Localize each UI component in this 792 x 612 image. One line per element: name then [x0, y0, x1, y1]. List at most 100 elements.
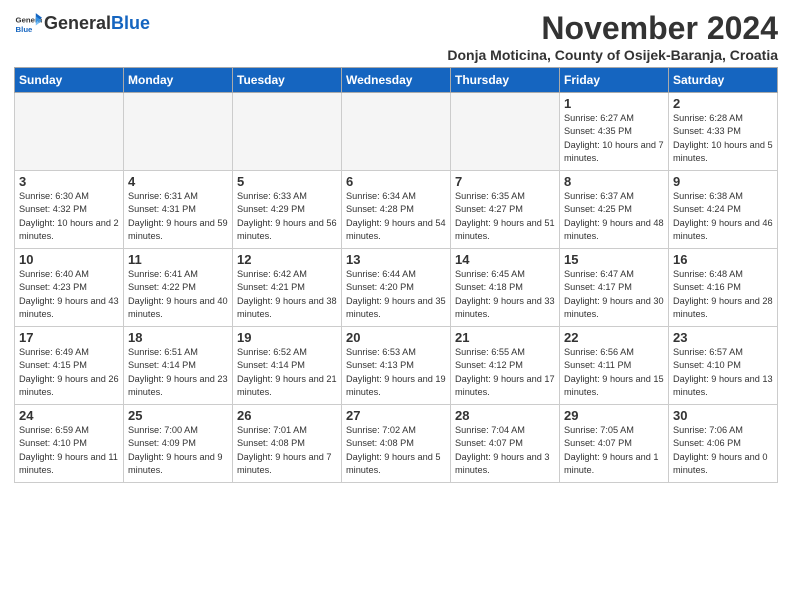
day-number: 22	[564, 330, 664, 345]
day-info: Sunrise: 6:33 AMSunset: 4:29 PMDaylight:…	[237, 190, 337, 243]
calendar-cell: 26Sunrise: 7:01 AMSunset: 4:08 PMDayligh…	[233, 405, 342, 483]
calendar-cell: 20Sunrise: 6:53 AMSunset: 4:13 PMDayligh…	[342, 327, 451, 405]
day-number: 13	[346, 252, 446, 267]
day-number: 1	[564, 96, 664, 111]
day-number: 12	[237, 252, 337, 267]
month-title: November 2024	[447, 10, 778, 47]
calendar-cell: 4Sunrise: 6:31 AMSunset: 4:31 PMDaylight…	[124, 171, 233, 249]
day-info: Sunrise: 6:28 AMSunset: 4:33 PMDaylight:…	[673, 112, 773, 165]
day-number: 29	[564, 408, 664, 423]
day-number: 11	[128, 252, 228, 267]
calendar-cell: 23Sunrise: 6:57 AMSunset: 4:10 PMDayligh…	[669, 327, 778, 405]
day-number: 16	[673, 252, 773, 267]
calendar-cell: 6Sunrise: 6:34 AMSunset: 4:28 PMDaylight…	[342, 171, 451, 249]
header-saturday: Saturday	[669, 68, 778, 93]
day-info: Sunrise: 6:27 AMSunset: 4:35 PMDaylight:…	[564, 112, 664, 165]
calendar-week-row: 1Sunrise: 6:27 AMSunset: 4:35 PMDaylight…	[15, 93, 778, 171]
day-number: 7	[455, 174, 555, 189]
calendar-cell: 30Sunrise: 7:06 AMSunset: 4:06 PMDayligh…	[669, 405, 778, 483]
day-info: Sunrise: 6:52 AMSunset: 4:14 PMDaylight:…	[237, 346, 337, 399]
day-info: Sunrise: 6:51 AMSunset: 4:14 PMDaylight:…	[128, 346, 228, 399]
day-number: 18	[128, 330, 228, 345]
svg-text:Blue: Blue	[16, 25, 34, 34]
calendar-cell: 18Sunrise: 6:51 AMSunset: 4:14 PMDayligh…	[124, 327, 233, 405]
day-number: 24	[19, 408, 119, 423]
day-info: Sunrise: 6:30 AMSunset: 4:32 PMDaylight:…	[19, 190, 119, 243]
day-info: Sunrise: 7:05 AMSunset: 4:07 PMDaylight:…	[564, 424, 664, 477]
header-friday: Friday	[560, 68, 669, 93]
calendar-cell: 19Sunrise: 6:52 AMSunset: 4:14 PMDayligh…	[233, 327, 342, 405]
calendar-cell: 17Sunrise: 6:49 AMSunset: 4:15 PMDayligh…	[15, 327, 124, 405]
day-number: 23	[673, 330, 773, 345]
calendar-cell: 7Sunrise: 6:35 AMSunset: 4:27 PMDaylight…	[451, 171, 560, 249]
calendar-cell	[233, 93, 342, 171]
day-info: Sunrise: 6:37 AMSunset: 4:25 PMDaylight:…	[564, 190, 664, 243]
day-info: Sunrise: 6:53 AMSunset: 4:13 PMDaylight:…	[346, 346, 446, 399]
calendar-cell: 22Sunrise: 6:56 AMSunset: 4:11 PMDayligh…	[560, 327, 669, 405]
calendar-cell	[15, 93, 124, 171]
day-info: Sunrise: 6:49 AMSunset: 4:15 PMDaylight:…	[19, 346, 119, 399]
day-info: Sunrise: 6:56 AMSunset: 4:11 PMDaylight:…	[564, 346, 664, 399]
calendar-week-row: 17Sunrise: 6:49 AMSunset: 4:15 PMDayligh…	[15, 327, 778, 405]
calendar-cell: 9Sunrise: 6:38 AMSunset: 4:24 PMDaylight…	[669, 171, 778, 249]
calendar-week-row: 3Sunrise: 6:30 AMSunset: 4:32 PMDaylight…	[15, 171, 778, 249]
logo: General Blue GeneralBlue	[14, 10, 150, 38]
header-wednesday: Wednesday	[342, 68, 451, 93]
calendar-cell: 13Sunrise: 6:44 AMSunset: 4:20 PMDayligh…	[342, 249, 451, 327]
day-info: Sunrise: 6:45 AMSunset: 4:18 PMDaylight:…	[455, 268, 555, 321]
day-info: Sunrise: 6:42 AMSunset: 4:21 PMDaylight:…	[237, 268, 337, 321]
day-number: 17	[19, 330, 119, 345]
day-info: Sunrise: 7:04 AMSunset: 4:07 PMDaylight:…	[455, 424, 555, 477]
header-sunday: Sunday	[15, 68, 124, 93]
calendar-cell: 16Sunrise: 6:48 AMSunset: 4:16 PMDayligh…	[669, 249, 778, 327]
header: General Blue GeneralBlue November 2024 D…	[14, 10, 778, 63]
calendar-cell: 2Sunrise: 6:28 AMSunset: 4:33 PMDaylight…	[669, 93, 778, 171]
day-info: Sunrise: 6:34 AMSunset: 4:28 PMDaylight:…	[346, 190, 446, 243]
calendar-cell: 12Sunrise: 6:42 AMSunset: 4:21 PMDayligh…	[233, 249, 342, 327]
calendar-cell	[342, 93, 451, 171]
day-info: Sunrise: 6:48 AMSunset: 4:16 PMDaylight:…	[673, 268, 773, 321]
weekday-header-row: Sunday Monday Tuesday Wednesday Thursday…	[15, 68, 778, 93]
logo-general-text: General	[44, 13, 111, 33]
day-number: 26	[237, 408, 337, 423]
calendar-cell: 15Sunrise: 6:47 AMSunset: 4:17 PMDayligh…	[560, 249, 669, 327]
day-number: 10	[19, 252, 119, 267]
day-number: 3	[19, 174, 119, 189]
day-number: 6	[346, 174, 446, 189]
day-info: Sunrise: 6:47 AMSunset: 4:17 PMDaylight:…	[564, 268, 664, 321]
day-info: Sunrise: 7:00 AMSunset: 4:09 PMDaylight:…	[128, 424, 228, 477]
calendar-cell: 14Sunrise: 6:45 AMSunset: 4:18 PMDayligh…	[451, 249, 560, 327]
day-number: 5	[237, 174, 337, 189]
day-info: Sunrise: 6:44 AMSunset: 4:20 PMDaylight:…	[346, 268, 446, 321]
subtitle: Donja Moticina, County of Osijek-Baranja…	[447, 47, 778, 63]
day-info: Sunrise: 7:01 AMSunset: 4:08 PMDaylight:…	[237, 424, 337, 477]
day-info: Sunrise: 6:31 AMSunset: 4:31 PMDaylight:…	[128, 190, 228, 243]
day-info: Sunrise: 6:41 AMSunset: 4:22 PMDaylight:…	[128, 268, 228, 321]
day-number: 14	[455, 252, 555, 267]
day-number: 30	[673, 408, 773, 423]
calendar-week-row: 10Sunrise: 6:40 AMSunset: 4:23 PMDayligh…	[15, 249, 778, 327]
day-number: 27	[346, 408, 446, 423]
calendar-table: Sunday Monday Tuesday Wednesday Thursday…	[14, 67, 778, 483]
calendar-cell: 25Sunrise: 7:00 AMSunset: 4:09 PMDayligh…	[124, 405, 233, 483]
day-number: 21	[455, 330, 555, 345]
calendar-cell: 24Sunrise: 6:59 AMSunset: 4:10 PMDayligh…	[15, 405, 124, 483]
calendar-cell: 11Sunrise: 6:41 AMSunset: 4:22 PMDayligh…	[124, 249, 233, 327]
day-info: Sunrise: 7:02 AMSunset: 4:08 PMDaylight:…	[346, 424, 446, 477]
day-info: Sunrise: 6:55 AMSunset: 4:12 PMDaylight:…	[455, 346, 555, 399]
calendar-cell: 29Sunrise: 7:05 AMSunset: 4:07 PMDayligh…	[560, 405, 669, 483]
day-info: Sunrise: 6:59 AMSunset: 4:10 PMDaylight:…	[19, 424, 119, 477]
calendar-cell	[451, 93, 560, 171]
day-number: 4	[128, 174, 228, 189]
day-info: Sunrise: 7:06 AMSunset: 4:06 PMDaylight:…	[673, 424, 773, 477]
calendar-week-row: 24Sunrise: 6:59 AMSunset: 4:10 PMDayligh…	[15, 405, 778, 483]
calendar-cell: 8Sunrise: 6:37 AMSunset: 4:25 PMDaylight…	[560, 171, 669, 249]
title-block: November 2024 Donja Moticina, County of …	[447, 10, 778, 63]
day-info: Sunrise: 6:40 AMSunset: 4:23 PMDaylight:…	[19, 268, 119, 321]
calendar-cell	[124, 93, 233, 171]
calendar-cell: 3Sunrise: 6:30 AMSunset: 4:32 PMDaylight…	[15, 171, 124, 249]
day-info: Sunrise: 6:57 AMSunset: 4:10 PMDaylight:…	[673, 346, 773, 399]
header-monday: Monday	[124, 68, 233, 93]
day-number: 2	[673, 96, 773, 111]
logo-blue-text: Blue	[111, 13, 150, 33]
